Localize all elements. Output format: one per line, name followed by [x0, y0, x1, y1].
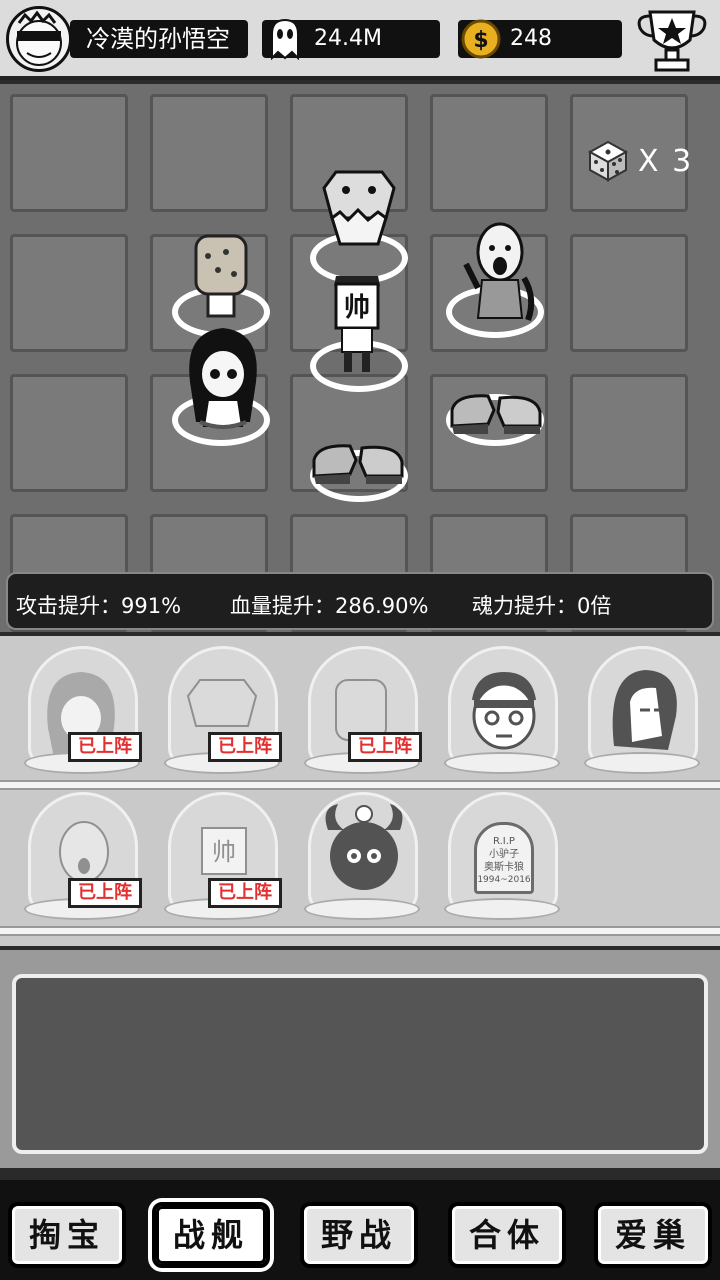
- monk-character[interactable]: [452, 218, 542, 328]
- coins-counter: $ 248: [458, 19, 622, 59]
- info-panel-area: [0, 950, 720, 1168]
- girl-character[interactable]: [180, 322, 266, 432]
- deployed-tag: 已上阵: [208, 732, 282, 762]
- dice-count: X 3: [638, 144, 694, 179]
- shelf: [0, 780, 720, 790]
- game-screen: 冷漠的孙悟空 24.4M $ 248 X 3 帅 攻击提升：991% 血量提升：…: [0, 0, 720, 1280]
- soul-buff: 魂力提升：0倍: [472, 594, 612, 618]
- handsome-character[interactable]: 帅: [322, 266, 392, 376]
- coin-icon: $: [461, 19, 501, 59]
- player-name: 冷漠的孙悟空: [70, 20, 248, 58]
- collection-item-angry-boy[interactable]: [444, 646, 564, 780]
- deployed-tag: 已上阵: [68, 732, 142, 762]
- top-bar: 冷漠的孙悟空 24.4M $ 248: [0, 0, 720, 80]
- collection-item-long-hair[interactable]: [584, 646, 704, 780]
- collection-item-tombstone[interactable]: R.I.P 小驴子 奥斯卡狼 1994~2016: [444, 792, 564, 926]
- souls-counter: 24.4M: [262, 18, 440, 60]
- collection-item-handsome[interactable]: 帅 已上阵: [164, 792, 284, 926]
- character-collection: 已上阵 已上阵 已上阵 已上阵 帅 已上阵 R.I.P 小驴子 奥斯卡狼 199…: [0, 636, 720, 946]
- deployed-tag: 已上阵: [68, 878, 142, 908]
- broken-bread-rock: [312, 444, 404, 484]
- svg-text:$: $: [473, 28, 488, 53]
- collection-item-girl[interactable]: 已上阵: [24, 646, 144, 780]
- buff-stats-bar: 攻击提升：991% 血量提升：286.90% 魂力提升：0倍: [6, 572, 714, 630]
- broken-bread-rock: [450, 394, 542, 434]
- souls-value: 24.4M: [314, 26, 382, 51]
- nav-field-battle[interactable]: 野战: [300, 1202, 418, 1268]
- nav-merge[interactable]: 合体: [448, 1202, 566, 1268]
- attack-buff: 攻击提升：991%: [16, 594, 182, 618]
- deployed-tag: 已上阵: [208, 878, 282, 908]
- nav-treasure[interactable]: 掏宝: [8, 1202, 126, 1268]
- collection-item-demon[interactable]: [304, 792, 424, 926]
- collection-item-boar[interactable]: 已上阵: [164, 646, 284, 780]
- dice-icon[interactable]: [584, 136, 632, 184]
- deployed-tag: 已上阵: [348, 732, 422, 762]
- collection-item-monk[interactable]: 已上阵: [24, 792, 144, 926]
- avatar-icon[interactable]: [6, 6, 72, 72]
- nav-battleship[interactable]: 战舰: [152, 1202, 270, 1268]
- svg-text:帅: 帅: [344, 293, 370, 323]
- bread-character[interactable]: [188, 234, 254, 322]
- collection-item-bread[interactable]: 已上阵: [304, 646, 424, 780]
- coins-value: 248: [510, 26, 552, 51]
- bottom-nav: 掏宝 战舰 野战 合体 爱巢: [0, 1180, 720, 1280]
- trophy-icon[interactable]: [632, 6, 712, 76]
- boar-character[interactable]: [318, 168, 400, 250]
- info-panel: [12, 974, 708, 1154]
- battle-board: X 3 帅: [0, 84, 720, 632]
- ghost-icon: [271, 18, 299, 60]
- shelf: [0, 926, 720, 936]
- nav-love-nest[interactable]: 爱巢: [594, 1202, 712, 1268]
- hp-buff: 血量提升：286.90%: [230, 594, 429, 618]
